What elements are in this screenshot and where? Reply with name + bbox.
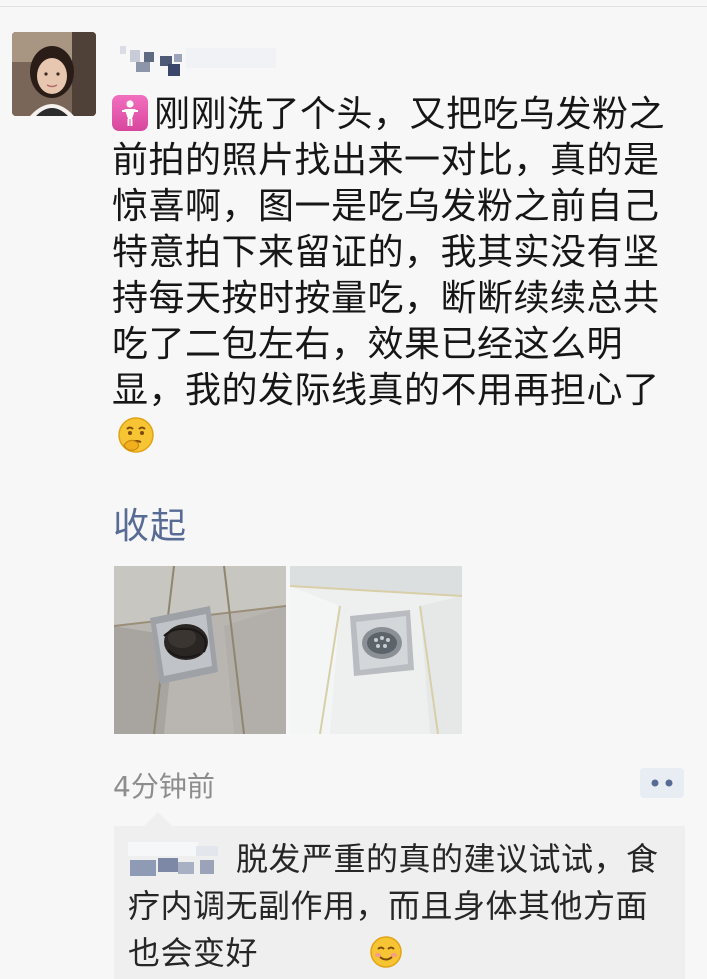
drain-with-hair-image: [114, 566, 286, 734]
thinking-face-icon: [116, 415, 156, 455]
smiling-face-icon: [260, 934, 402, 970]
more-dots-icon: [651, 779, 673, 787]
collapse-link[interactable]: 收起: [113, 497, 187, 549]
more-actions-button[interactable]: [640, 768, 684, 798]
top-divider: [0, 6, 707, 7]
username-blurred[interactable]: [116, 42, 286, 82]
comment-section: 脱发严重的真的建议试试，食疗内调无副作用，而且身体其他方面也会变好: [114, 812, 685, 979]
avatar[interactable]: [12, 32, 96, 116]
female-symbol-icon: [112, 95, 148, 131]
clean-drain-image: [290, 566, 462, 734]
comment-arrow: [144, 812, 172, 826]
avatar-image: [12, 32, 96, 116]
comment-text: 脱发严重的真的建议试试，食疗内调无副作用，而且身体其他方面也会变好: [128, 836, 673, 977]
post-text: 刚刚洗了个头，又把吃乌发粉之前拍的照片找出来一对比，真的是惊喜啊，图一是吃乌发粉…: [112, 92, 692, 460]
post-body: 刚刚洗了个头，又把吃乌发粉之前拍的照片找出来一对比，真的是惊喜啊，图一是吃乌发粉…: [112, 94, 666, 411]
post-photo-before[interactable]: [114, 566, 286, 734]
post-photo-after[interactable]: [290, 566, 462, 734]
username-mosaic: [120, 46, 276, 76]
post-time: 4分钟前: [113, 770, 215, 803]
